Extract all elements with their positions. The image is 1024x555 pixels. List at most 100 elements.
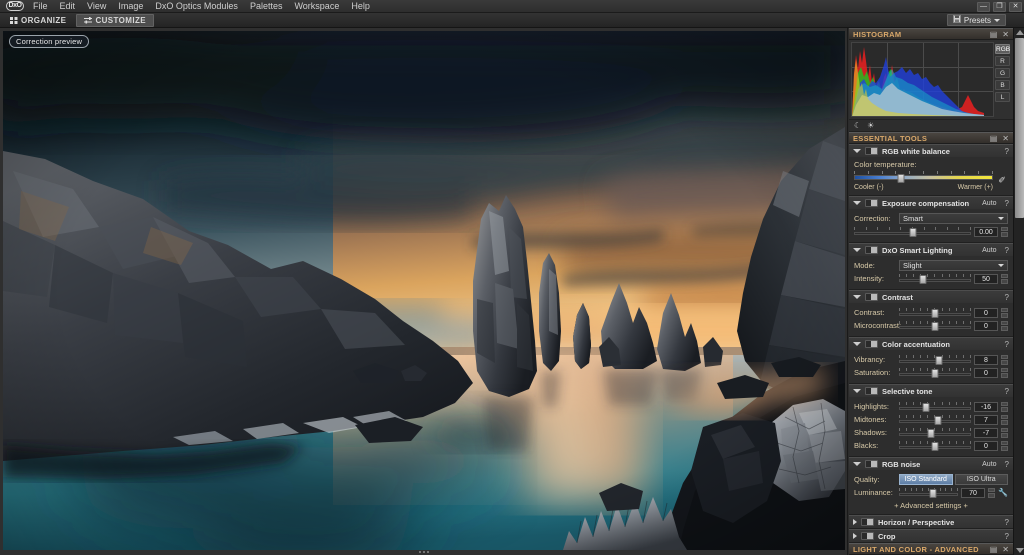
disclosure-triangle-icon[interactable] (853, 462, 861, 466)
enable-toggle[interactable] (865, 246, 878, 254)
enable-toggle[interactable] (861, 518, 874, 526)
menu-item-file[interactable]: File (27, 0, 54, 13)
essential-tools-header[interactable]: ESSENTIAL TOOLS ▤ ✕ (849, 132, 1013, 144)
histogram-channel-r[interactable]: R (995, 56, 1010, 66)
auto-button[interactable]: Auto (982, 247, 996, 254)
color-temperature-slider[interactable] (854, 171, 993, 183)
menu-item-dxo-optics-modules[interactable]: DxO Optics Modules (149, 0, 244, 13)
highlights-slider[interactable] (899, 401, 971, 412)
scroll-down-icon[interactable] (1016, 548, 1024, 553)
saturation-stepper[interactable] (1001, 368, 1008, 378)
exposure-value[interactable]: 0.00 (974, 227, 998, 237)
help-icon[interactable]: ? (1005, 199, 1009, 208)
quality-option-iso-standard[interactable]: ISO Standard (899, 474, 953, 485)
menu-item-view[interactable]: View (81, 0, 112, 13)
help-icon[interactable]: ? (1005, 293, 1009, 302)
menu-item-help[interactable]: Help (345, 0, 376, 13)
sun-icon[interactable]: ☀ (867, 121, 874, 130)
enable-toggle[interactable] (865, 147, 878, 155)
group-header-rgb-noise[interactable]: RGB noiseAuto? (849, 457, 1013, 470)
slider-knob[interactable] (932, 442, 939, 451)
auto-button[interactable]: Auto (982, 200, 996, 207)
blacks-stepper[interactable] (1001, 441, 1008, 451)
correction-dropdown[interactable]: Smart (899, 213, 1008, 224)
moon-icon[interactable]: ☾ (854, 121, 861, 130)
eyedropper-icon[interactable]: ✐ (996, 175, 1008, 186)
disclosure-triangle-icon[interactable] (853, 533, 857, 539)
light-and-color-header[interactable]: LIGHT AND COLOR - ADVANCED ▤ ✕ (849, 543, 1013, 555)
midtones-stepper[interactable] (1001, 415, 1008, 425)
minimize-button[interactable]: — (977, 2, 990, 12)
slider-knob[interactable] (927, 429, 934, 438)
group-header-color-accentuation[interactable]: Color accentuation? (849, 337, 1013, 350)
group-header-exposure-compensation[interactable]: Exposure compensationAuto? (849, 196, 1013, 209)
slider-knob[interactable] (932, 309, 939, 318)
luminance-stepper[interactable] (988, 488, 995, 498)
highlights-stepper[interactable] (1001, 402, 1008, 412)
help-icon[interactable]: ? (1005, 518, 1009, 527)
quality-option-iso-ultra[interactable]: ISO Ultra (955, 474, 1009, 485)
disclosure-triangle-icon[interactable] (853, 295, 861, 299)
mode-dropdown[interactable]: Slight (899, 260, 1008, 271)
close-icon[interactable]: ✕ (1002, 30, 1009, 39)
slider-knob[interactable] (919, 275, 926, 284)
help-icon[interactable]: ? (1005, 387, 1009, 396)
saturation-value[interactable]: 0 (974, 368, 998, 378)
group-header-contrast[interactable]: Contrast? (849, 290, 1013, 303)
intensity-slider[interactable] (899, 273, 971, 284)
tab-organize[interactable]: ORGANIZE (3, 14, 73, 27)
disclosure-triangle-icon[interactable] (853, 149, 861, 153)
slider-knob[interactable] (935, 356, 942, 365)
wrench-icon[interactable]: 🔧 (998, 488, 1008, 497)
enable-toggle[interactable] (865, 460, 878, 468)
vibrancy-value[interactable]: 8 (974, 355, 998, 365)
viewer-status-handle[interactable] (0, 549, 848, 555)
enable-toggle[interactable] (865, 387, 878, 395)
scrollbar-thumb[interactable] (1015, 38, 1024, 218)
exposure-slider[interactable] (854, 226, 971, 237)
slider-knob[interactable] (932, 322, 939, 331)
slider-knob[interactable] (909, 228, 916, 237)
group-header-horizon-perspective[interactable]: Horizon / Perspective? (849, 515, 1013, 528)
image-viewer[interactable]: Correction preview (0, 28, 848, 555)
enable-toggle[interactable] (865, 340, 878, 348)
slider-knob[interactable] (898, 174, 905, 183)
advanced-settings-link[interactable]: + Advanced settings + (854, 501, 1008, 510)
palette-menu-icon[interactable]: ▤ (990, 30, 998, 39)
menu-item-image[interactable]: Image (112, 0, 149, 13)
disclosure-triangle-icon[interactable] (853, 519, 857, 525)
restore-button[interactable]: ❐ (993, 2, 1006, 12)
menu-item-workspace[interactable]: Workspace (288, 0, 345, 13)
palette-menu-icon[interactable]: ▤ (990, 134, 998, 143)
close-icon[interactable]: ✕ (1002, 134, 1009, 143)
shadows-slider[interactable] (899, 427, 971, 438)
menu-item-edit[interactable]: Edit (54, 0, 82, 13)
vibrancy-stepper[interactable] (1001, 355, 1008, 365)
saturation-slider[interactable] (899, 367, 971, 378)
palette-menu-icon[interactable]: ▤ (990, 545, 998, 554)
highlights-value[interactable]: -16 (974, 402, 998, 412)
disclosure-triangle-icon[interactable] (853, 389, 861, 393)
group-header-dxo-smart-lighting[interactable]: DxO Smart LightingAuto? (849, 243, 1013, 256)
microcontrast-value[interactable]: 0 (974, 321, 998, 331)
tab-customize[interactable]: CUSTOMIZE (76, 14, 154, 27)
presets-button[interactable]: Presets (947, 14, 1006, 26)
contrast-stepper[interactable] (1001, 308, 1008, 318)
slider-knob[interactable] (932, 369, 939, 378)
microcontrast-slider[interactable] (899, 320, 971, 331)
group-header-rgb-white-balance[interactable]: RGB white balance? (849, 144, 1013, 157)
shadows-value[interactable]: -7 (974, 428, 998, 438)
blacks-slider[interactable] (899, 440, 971, 451)
histogram-channel-g[interactable]: G (995, 68, 1010, 78)
enable-toggle[interactable] (861, 532, 874, 540)
luminance-value[interactable]: 70 (961, 488, 985, 498)
right-panel-scrollbar[interactable] (1013, 28, 1024, 555)
help-icon[interactable]: ? (1005, 246, 1009, 255)
help-icon[interactable]: ? (1005, 532, 1009, 541)
shadows-stepper[interactable] (1001, 428, 1008, 438)
enable-toggle[interactable] (865, 199, 878, 207)
blacks-value[interactable]: 0 (974, 441, 998, 451)
help-icon[interactable]: ? (1005, 147, 1009, 156)
photo-canvas[interactable] (3, 31, 845, 550)
midtones-slider[interactable] (899, 414, 971, 425)
